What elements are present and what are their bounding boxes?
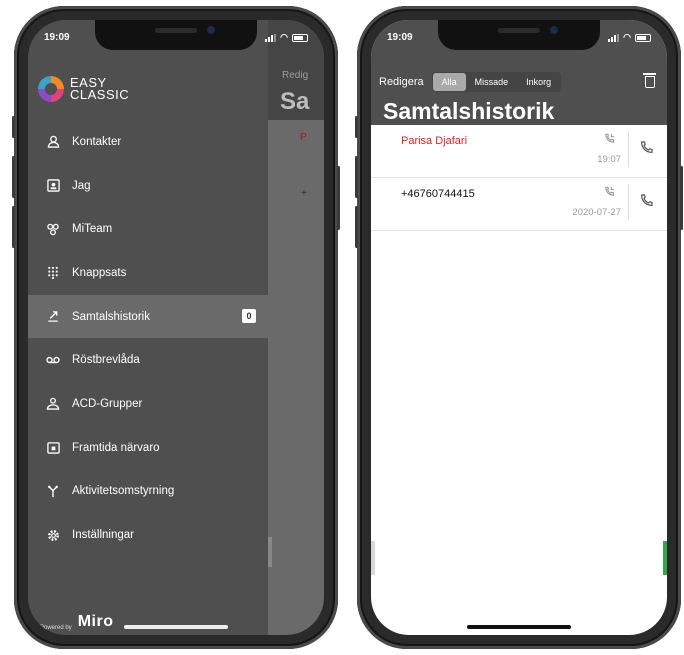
menu-label: ACD-Grupper xyxy=(72,397,143,410)
call-time: 2020-07-27 xyxy=(572,207,621,218)
menu-label: MiTeam xyxy=(72,223,113,236)
scroll-indicator xyxy=(268,537,272,567)
call-row[interactable]: +46760744415 2020-07-27 xyxy=(371,178,667,231)
incoming-call-icon xyxy=(604,133,615,147)
signal-icon xyxy=(265,33,277,42)
menu-item-jag[interactable]: Jag xyxy=(28,164,268,208)
behind-title: Sa xyxy=(280,88,310,115)
home-indicator[interactable] xyxy=(467,625,571,629)
menu-item-knappsats[interactable]: Knappsats xyxy=(28,251,268,295)
app-logo: EASY CLASSIC xyxy=(38,76,129,102)
gear-icon xyxy=(44,528,62,542)
call-row[interactable]: Parisa Djafari 19:07 xyxy=(371,125,667,178)
mute-switch xyxy=(355,116,358,138)
power-button xyxy=(337,166,340,230)
wifi-icon: ◠ xyxy=(280,32,288,42)
menu-item-framtida-narvaro[interactable]: Framtida närvaro xyxy=(28,426,268,470)
trash-icon[interactable] xyxy=(643,73,656,88)
menu-label: Knappsats xyxy=(72,266,127,279)
menu-list: Kontakter Jag MiTeam Knappsats Samtalshi… xyxy=(28,120,268,557)
segment-alla[interactable]: Alla xyxy=(432,73,466,91)
call-time: 19:07 xyxy=(597,154,621,165)
phone-icon[interactable] xyxy=(640,194,653,210)
behind-edit-text: Redig xyxy=(282,70,309,81)
status-bar: 19:09 ◠ xyxy=(28,32,324,48)
menu-label: Inställningar xyxy=(72,529,135,542)
behind-number: + xyxy=(301,188,307,199)
screen: 19:09 ◠ Redigera Alla Missade Inkorg Sam… xyxy=(371,20,667,635)
phone-left: 19:09 ◠ Redig Sa P + EASY CLASSIC Kontak… xyxy=(12,6,340,649)
menu-label: Jag xyxy=(72,179,91,192)
phone-icon[interactable] xyxy=(640,141,653,157)
team-icon xyxy=(44,222,62,236)
calendar-icon xyxy=(44,441,62,455)
menu-label: Framtida närvaro xyxy=(72,441,160,454)
mute-switch xyxy=(12,116,15,138)
phone-right: 19:09 ◠ Redigera Alla Missade Inkorg Sam… xyxy=(355,6,683,649)
menu-label: Aktivitetsomstyrning xyxy=(72,485,175,498)
menu-item-aktivitetsomstyrning[interactable]: Aktivitetsomstyrning xyxy=(28,470,268,514)
home-indicator[interactable] xyxy=(124,625,228,629)
background-screen: Redig Sa P + xyxy=(268,20,324,635)
status-time: 19:09 xyxy=(387,32,413,43)
filter-segmented-control: Alla Missade Inkorg xyxy=(431,72,562,92)
menu-item-installningar[interactable]: Inställningar xyxy=(28,513,268,557)
keypad-icon xyxy=(44,266,62,280)
divider xyxy=(628,131,629,167)
behind-name: P xyxy=(300,132,307,143)
forward-icon xyxy=(44,484,62,498)
menu-item-acd-grupper[interactable]: ACD-Grupper xyxy=(28,382,268,426)
incoming-call-icon xyxy=(604,186,615,200)
navigation-drawer: EASY CLASSIC Kontakter Jag MiTeam Knapps… xyxy=(28,20,268,635)
status-time: 19:09 xyxy=(44,32,70,43)
count-badge: 0 xyxy=(242,308,256,323)
caller-name: Parisa Djafari xyxy=(401,135,468,147)
caller-name: +46760744415 xyxy=(401,188,475,200)
battery-icon xyxy=(635,33,651,42)
volume-down-button xyxy=(355,206,358,248)
call-list: Parisa Djafari 19:07 +46760744415 2020-0… xyxy=(371,125,667,231)
menu-item-miteam[interactable]: MiTeam xyxy=(28,207,268,251)
status-bar: 19:09 ◠ xyxy=(371,32,667,48)
app-header: 19:09 ◠ Redigera Alla Missade Inkorg Sam… xyxy=(371,20,667,125)
divider xyxy=(628,184,629,220)
call-history-icon xyxy=(44,310,62,324)
screen: 19:09 ◠ Redig Sa P + EASY CLASSIC Kontak… xyxy=(28,20,324,635)
group-icon xyxy=(44,397,62,411)
segment-missade[interactable]: Missade xyxy=(466,73,518,91)
person-icon xyxy=(44,135,62,149)
id-card-icon xyxy=(44,179,62,193)
toolbar: Redigera Alla Missade Inkorg xyxy=(379,72,656,92)
edit-button[interactable]: Redigera xyxy=(379,76,424,88)
edge-indicator-left xyxy=(371,541,375,575)
menu-label: Röstbrevlåda xyxy=(72,354,140,367)
signal-icon xyxy=(608,33,620,42)
menu-label: Kontakter xyxy=(72,135,122,148)
edge-indicator-right xyxy=(663,541,667,575)
volume-up-button xyxy=(355,156,358,198)
power-button xyxy=(680,166,683,230)
battery-icon xyxy=(292,33,308,42)
page-title: Samtalshistorik xyxy=(383,98,555,124)
logo-mark-icon xyxy=(38,76,64,102)
wifi-icon: ◠ xyxy=(623,32,631,42)
segment-inkorg[interactable]: Inkorg xyxy=(517,73,560,91)
logo-line2: CLASSIC xyxy=(70,87,130,102)
menu-label: Samtalshistorik xyxy=(72,310,150,323)
voicemail-icon xyxy=(44,353,62,367)
menu-item-kontakter[interactable]: Kontakter xyxy=(28,120,268,164)
volume-up-button xyxy=(12,156,15,198)
menu-item-samtalshistorik[interactable]: Samtalshistorik 0 xyxy=(28,294,268,339)
powered-by: Powered by Miro xyxy=(40,613,113,631)
volume-down-button xyxy=(12,206,15,248)
brand-logo: Miro xyxy=(77,613,114,630)
powered-by-text: Powered by xyxy=(40,625,72,631)
menu-item-rostbrevlada[interactable]: Röstbrevlåda xyxy=(28,338,268,382)
